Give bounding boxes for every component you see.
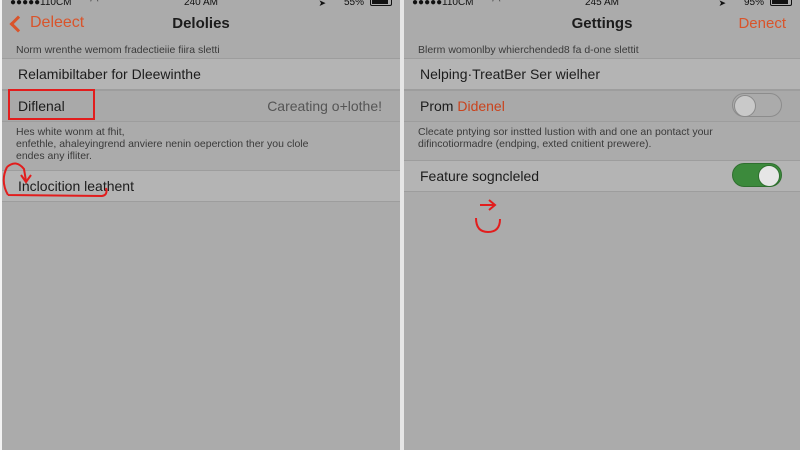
annotation-arrow-circle <box>475 199 501 234</box>
page-title: Delolies <box>172 15 230 32</box>
section-header-note: Norm wrenthe wemom fradectieiie fiira sl… <box>16 44 220 56</box>
settings-row-reliability[interactable]: Relamibiltaber for Dleewinthe <box>2 58 400 90</box>
status-time: 240 AM <box>184 0 218 8</box>
right-phone-screen: ●●●●● 110CM ◠ 245 AM ➤ 95% Gettings Dene… <box>404 0 800 450</box>
row-label: Feature sogncleled <box>420 168 540 184</box>
settings-row-helping[interactable]: Nelping·TreatBer Ser wielher <box>404 58 800 90</box>
annotation-scribble <box>2 162 108 198</box>
row-label: Prom Didenel <box>420 98 505 114</box>
battery-percent: 55% <box>343 0 364 8</box>
location-icon: ➤ <box>318 0 326 8</box>
settings-row-feature: Feature sogncleled <box>404 160 800 192</box>
section-footer-note: Clecate pntying sor instted lustion with… <box>418 126 713 150</box>
battery-percent: 95% <box>743 0 764 8</box>
row-value: Careating o+lothe! <box>267 98 382 114</box>
toggle-knob <box>758 165 780 187</box>
status-time: 245 AM <box>585 0 619 8</box>
navigation-bar: Deleect Delolies <box>2 8 400 40</box>
row-label: Relamibiltaber for Dleewinthe <box>18 66 201 82</box>
battery-icon <box>770 0 792 6</box>
row-label-accent: Didenel <box>457 98 505 114</box>
annotation-highlight-box <box>8 89 95 120</box>
left-phone-screen: ●●●●● 110CM ◠ 240 AM ➤ 55% Deleect Delol… <box>2 0 400 450</box>
prom-toggle-switch[interactable] <box>732 93 782 117</box>
location-icon: ➤ <box>718 0 726 8</box>
row-label: Nelping·TreatBer Ser wielher <box>420 66 600 82</box>
feature-toggle-switch[interactable] <box>732 163 782 187</box>
disconnect-button[interactable]: Denect <box>738 15 786 32</box>
settings-row-prom: Prom Didenel <box>404 90 800 122</box>
navigation-bar: Gettings Denect <box>404 8 800 40</box>
section-header-note: Blerm womonlby whierchended8 fa d-one sl… <box>418 44 639 56</box>
toggle-knob <box>734 95 756 117</box>
row-label-plain: Prom <box>420 98 454 114</box>
battery-icon <box>370 0 392 6</box>
